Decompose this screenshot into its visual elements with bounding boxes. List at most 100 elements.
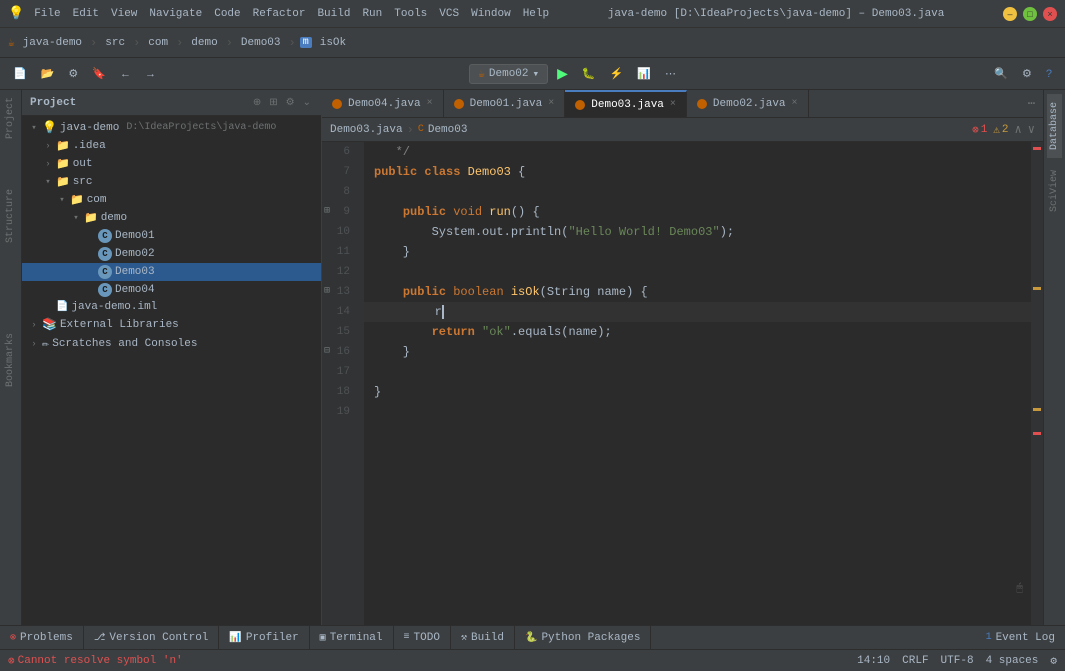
help-button[interactable]: ? (1041, 65, 1057, 83)
close-button[interactable]: × (1043, 7, 1057, 21)
idea-label: .idea (73, 140, 106, 152)
right-tab-sciview[interactable]: SciView (1047, 162, 1062, 220)
nav-java-demo[interactable]: java-demo (19, 35, 86, 51)
menu-window[interactable]: Window (471, 8, 511, 20)
bookmarks-tool-icon[interactable]: Bookmarks (2, 330, 19, 390)
menu-bar[interactable]: File Edit View Navigate Code Refactor Bu… (34, 8, 549, 20)
status-line-ending[interactable]: CRLF (902, 655, 928, 667)
profile-button[interactable]: 📊 (632, 64, 656, 83)
menu-run[interactable]: Run (362, 8, 382, 20)
menu-view[interactable]: View (111, 8, 137, 20)
tree-scratches[interactable]: › ✏ Scratches and Consoles (22, 334, 321, 353)
src-label: src (73, 176, 93, 188)
bottom-tab-terminal[interactable]: ▣ Terminal (310, 626, 394, 649)
code-content[interactable]: */ public class Demo03 { public void run… (364, 142, 1031, 625)
tab-demo01-close[interactable]: × (548, 98, 554, 109)
nav-com[interactable]: com (144, 35, 172, 51)
nav-forward-button[interactable]: → (140, 65, 161, 83)
code-line-13: public boolean isOk(String name) { (364, 282, 1031, 302)
bottom-tab-eventlog[interactable]: 1 Event Log (976, 626, 1065, 649)
tab-demo03[interactable]: Demo03.java × (565, 90, 687, 117)
tab-demo02-close[interactable]: × (792, 98, 798, 109)
bottom-tab-build[interactable]: ⚒ Build (451, 626, 515, 649)
nav-down-icon[interactable]: ∨ (1028, 122, 1035, 137)
more-button[interactable]: ⋯ (660, 64, 681, 83)
tree-idea-folder[interactable]: › 📁 .idea (22, 137, 321, 155)
menu-edit[interactable]: Edit (73, 8, 99, 20)
new-file-button[interactable]: 📄 (8, 64, 32, 83)
right-tab-database[interactable]: Database (1047, 94, 1062, 158)
menu-navigate[interactable]: Navigate (149, 8, 202, 20)
panel-layout-button[interactable]: ⊞ (267, 95, 279, 110)
status-encoding[interactable]: UTF-8 (941, 655, 974, 667)
status-settings-icon[interactable]: ⚙ (1050, 654, 1057, 668)
nav-src[interactable]: src (101, 35, 129, 51)
extlib-arrow: › (29, 320, 39, 330)
tree-demo01[interactable]: C Demo01 (22, 227, 321, 245)
code-editor[interactable]: 6 7 8 ⊞ 9 10 11 12 (322, 142, 1043, 625)
menu-refactor[interactable]: Refactor (253, 8, 306, 20)
window-controls[interactable]: – □ × (1003, 7, 1057, 21)
minimize-button[interactable]: – (1003, 7, 1017, 21)
menu-file[interactable]: File (34, 8, 60, 20)
nav-project[interactable]: ☕ (8, 36, 15, 50)
file-tree: ▾ 💡 java-demo D:\IdeaProjects\java-demo … (22, 116, 321, 625)
run-config-dropdown-icon[interactable]: ▾ (533, 67, 540, 81)
line-num-14: 14 (322, 302, 356, 322)
tree-out-folder[interactable]: › 📁 out (22, 155, 321, 173)
tree-external-libs[interactable]: › 📚 External Libraries (22, 315, 321, 334)
panel-settings-button[interactable]: ⚙ (284, 95, 297, 110)
code-line-10: System.out.println("Hello World! Demo03"… (364, 222, 1031, 242)
tree-iml-file[interactable]: 📄 java-demo.iml (22, 299, 321, 315)
code-line-12 (364, 262, 1031, 282)
nav-isok[interactable]: isOk (316, 35, 350, 51)
menu-vcs[interactable]: VCS (439, 8, 459, 20)
tab-demo04-close[interactable]: × (427, 98, 433, 109)
tree-demo-folder[interactable]: ▾ 📁 demo (22, 209, 321, 227)
bottom-tab-python[interactable]: 🐍 Python Packages (515, 626, 651, 649)
bottom-tab-problems[interactable]: ⊗ Problems (0, 626, 84, 649)
panel-add-button[interactable]: ⊕ (251, 95, 263, 110)
ide-settings-button[interactable]: ⚙ (1017, 64, 1037, 83)
bottom-tab-todo[interactable]: ≡ TODO (394, 626, 451, 649)
open-file-button[interactable]: 📂 (36, 64, 60, 83)
tree-demo02[interactable]: C Demo02 (22, 245, 321, 263)
bottom-tab-profiler[interactable]: 📊 Profiler (219, 626, 309, 649)
debug-button[interactable]: 🐛 (577, 64, 601, 83)
tree-com-folder[interactable]: ▾ 📁 com (22, 191, 321, 209)
nav-back-button[interactable]: ← (115, 65, 136, 83)
settings-button[interactable]: ⚙ (63, 64, 83, 83)
status-indent[interactable]: 4 spaces (986, 655, 1039, 667)
bottom-tab-vcs[interactable]: ⎇ Version Control (84, 626, 220, 649)
nav-sep-2: › (133, 36, 140, 50)
status-position[interactable]: 14:10 (857, 655, 890, 667)
search-everywhere-button[interactable]: 🔍 (989, 64, 1013, 83)
menu-code[interactable]: Code (214, 8, 240, 20)
bookmark-button[interactable]: 🔖 (87, 64, 111, 83)
nav-up-icon[interactable]: ∧ (1015, 122, 1022, 137)
l7-t1: public (374, 162, 424, 182)
menu-build[interactable]: Build (317, 8, 350, 20)
event-log-badge: 1 (986, 632, 992, 643)
tree-demo04[interactable]: C Demo04 (22, 281, 321, 299)
maximize-button[interactable]: □ (1023, 7, 1037, 21)
error-number: 1 (981, 124, 988, 136)
tree-root[interactable]: ▾ 💡 java-demo D:\IdeaProjects\java-demo (22, 118, 321, 137)
nav-demo[interactable]: demo (187, 35, 221, 51)
structure-tool-icon[interactable]: Structure (2, 186, 19, 246)
menu-help[interactable]: Help (523, 8, 549, 20)
menu-tools[interactable]: Tools (394, 8, 427, 20)
project-tool-icon[interactable]: Project (2, 94, 19, 142)
panel-close-button[interactable]: ⌄ (301, 95, 313, 110)
tab-demo01[interactable]: Demo01.java × (444, 90, 566, 117)
nav-demo03[interactable]: Demo03 (237, 35, 285, 51)
tabs-more-button[interactable]: ⋯ (1020, 90, 1043, 117)
coverage-button[interactable]: ⚡ (605, 64, 629, 83)
tab-demo03-close[interactable]: × (670, 99, 676, 110)
tab-demo04[interactable]: Demo04.java × (322, 90, 444, 117)
run-configuration[interactable]: ☕ Demo02 ▾ (469, 64, 548, 84)
run-button[interactable]: ▶ (552, 62, 573, 85)
tab-demo02[interactable]: Demo02.java × (687, 90, 809, 117)
tree-src-folder[interactable]: ▾ 📁 src (22, 173, 321, 191)
tree-demo03[interactable]: C Demo03 (22, 263, 321, 281)
